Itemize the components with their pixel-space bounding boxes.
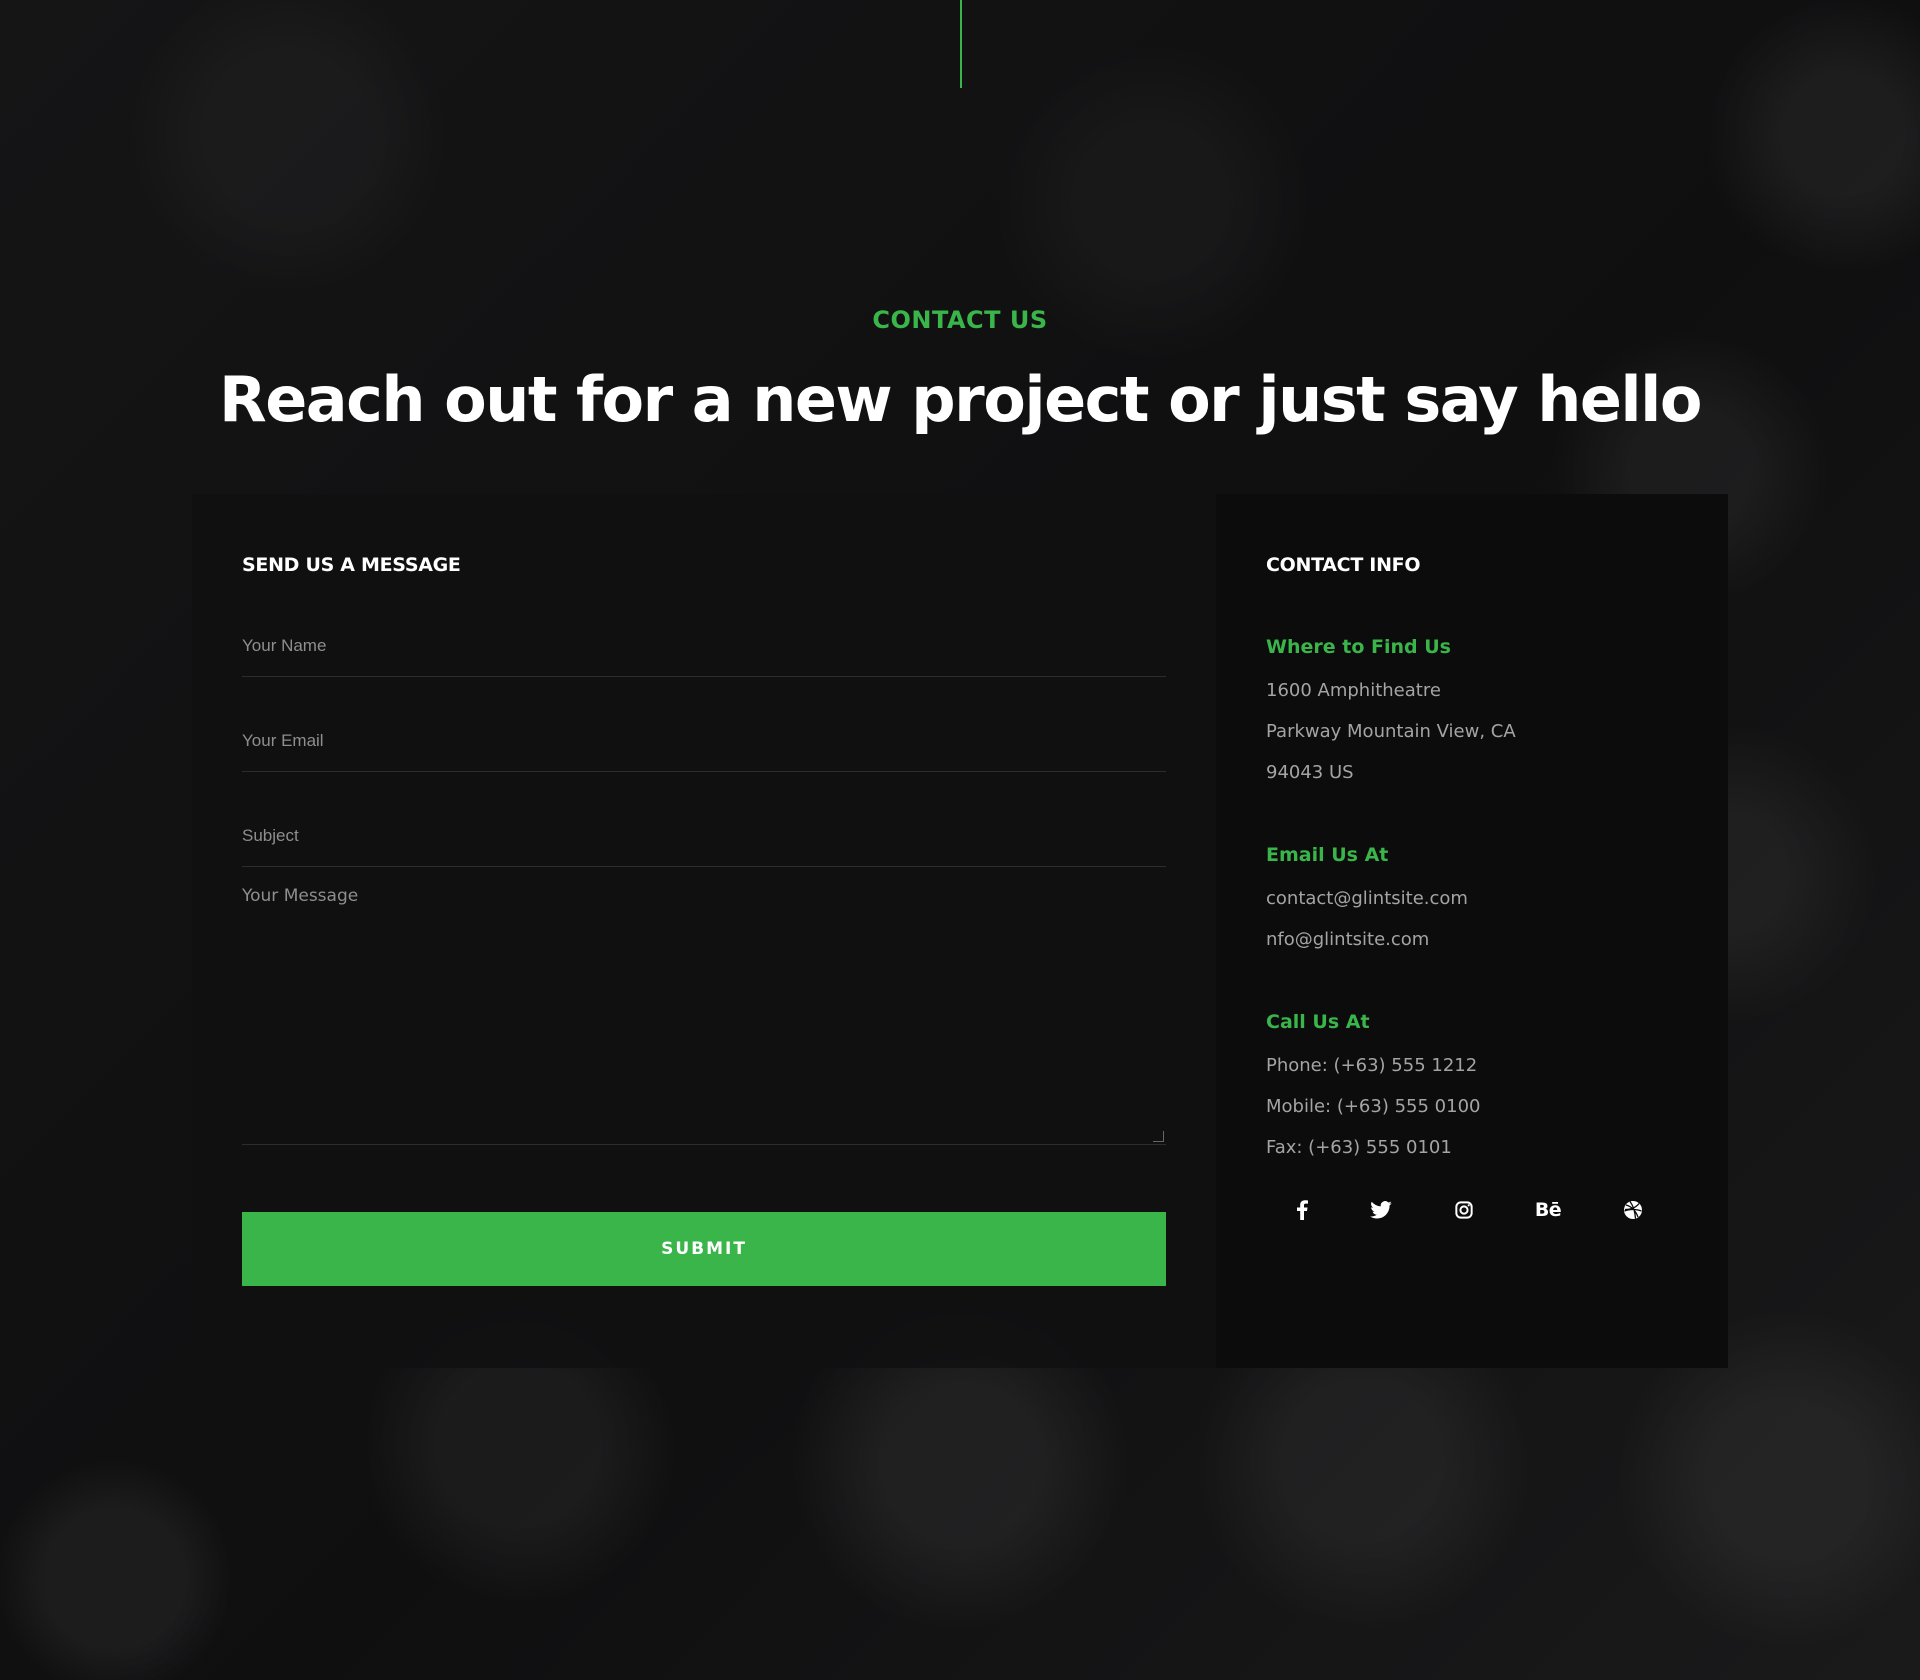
phone-number: Phone: (+63) 555 1212 — [1266, 1055, 1478, 1076]
contact-info-panel: CONTACT INFO Where to Find Us 1600 Amphi… — [1216, 494, 1728, 1368]
name-input[interactable] — [242, 616, 1166, 676]
address-line-2: Parkway Mountain View, CA — [1266, 721, 1516, 742]
email-field[interactable] — [242, 711, 1166, 772]
name-field[interactable] — [242, 616, 1166, 677]
subject-input[interactable] — [242, 806, 1166, 866]
message-field[interactable] — [242, 886, 1166, 1145]
twitter-icon[interactable] — [1365, 1194, 1397, 1226]
resize-handle-icon[interactable] — [1153, 1131, 1164, 1142]
top-accent-line — [960, 0, 962, 88]
call-us-heading: Call Us At — [1266, 1011, 1370, 1033]
form-title: SEND US A MESSAGE — [242, 554, 461, 576]
behance-icon[interactable]: Bē — [1532, 1194, 1564, 1226]
subject-field[interactable] — [242, 806, 1166, 867]
facebook-icon[interactable] — [1286, 1194, 1318, 1226]
address-line-3: 94043 US — [1266, 762, 1354, 783]
contact-form-panel: SEND US A MESSAGE SUBMIT — [192, 494, 1216, 1368]
mobile-number: Mobile: (+63) 555 0100 — [1266, 1096, 1481, 1117]
info-title: CONTACT INFO — [1266, 554, 1421, 576]
section-headline: Reach out for a new project or just say … — [219, 363, 1703, 436]
section-eyebrow: CONTACT US — [872, 306, 1048, 334]
submit-button[interactable]: SUBMIT — [242, 1212, 1166, 1286]
address-line-1: 1600 Amphitheatre — [1266, 680, 1441, 701]
find-us-heading: Where to Find Us — [1266, 636, 1451, 658]
email-input[interactable] — [242, 711, 1166, 771]
dribbble-icon[interactable] — [1617, 1194, 1649, 1226]
fax-number: Fax: (+63) 555 0101 — [1266, 1137, 1452, 1158]
email-address-2[interactable]: nfo@glintsite.com — [1266, 929, 1429, 950]
instagram-icon[interactable] — [1448, 1194, 1480, 1226]
email-us-heading: Email Us At — [1266, 844, 1389, 866]
social-links: Bē — [1266, 1194, 1678, 1226]
message-textarea[interactable] — [242, 886, 1166, 1144]
email-address-1[interactable]: contact@glintsite.com — [1266, 888, 1468, 909]
